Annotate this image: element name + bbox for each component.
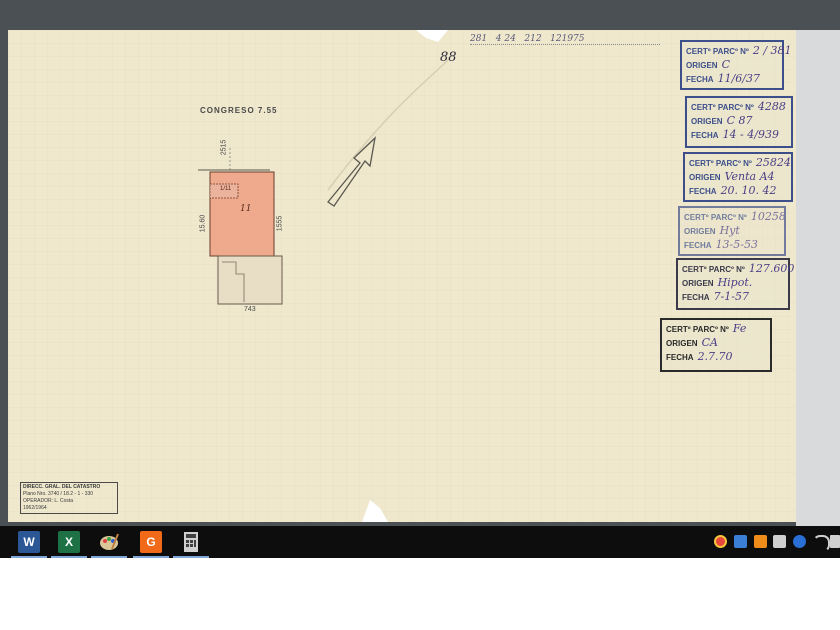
calculator-glyph [184, 532, 198, 552]
stamp-fecha-value: 13-5-53 [715, 238, 758, 251]
stamp-cert-row: CERTº PARCº Nº 10258 [684, 210, 786, 224]
stamp-cert-row: CERTº PARCº Nº 127.600 [682, 262, 794, 276]
acrobat-active-indicator [133, 556, 169, 558]
stamp-fecha-value: 14 - 4/939 [722, 128, 779, 141]
stamp-cert-value: 10258 [750, 210, 786, 223]
network-app-icon[interactable] [734, 535, 747, 548]
stamp-origen-row: ORIGEN C [686, 58, 778, 72]
dimension-left: 15.60 [199, 214, 207, 233]
stamp-origen-value: Hyt [719, 224, 740, 237]
certificate-stamp-3: CERTº PARCº Nº 25824 ORIGEN Venta A4 FECHA… [683, 152, 793, 202]
wifi-icon[interactable] [813, 535, 830, 552]
stamp-fecha-value: 7-1-57 [713, 290, 749, 303]
stamp-fecha-row: FECHA 7-1-57 [682, 290, 784, 304]
dimension-bottom: 743 [244, 306, 256, 313]
stamp-fecha-label: FECHA [686, 75, 714, 84]
stamp-fecha-label: FECHA [691, 131, 719, 140]
stamp-origen-value: C [721, 58, 730, 71]
stamp-fecha-label: FECHA [666, 353, 694, 362]
stamp-origen-label: ORIGEN [682, 279, 714, 288]
palette-icon [100, 533, 119, 550]
certificate-stamp-5: CERTº PARCº Nº 127.600 ORIGEN Hipot. FECHA… [676, 258, 794, 310]
stamp-fecha-value: 11/6/37 [717, 72, 760, 85]
stamp-origen-row: ORIGEN Hyt [684, 224, 780, 238]
parcel-label: 11 [240, 204, 252, 214]
stamp-cert-row: CERTº PARCº Nº 2 / 381 [686, 44, 792, 58]
stamp-cert-label: CERTº PARCº Nº [689, 159, 752, 168]
stamp-fecha-row: FECHA 13-5-53 [684, 238, 780, 252]
stamp-cert-label: CERTº PARCº Nº [691, 103, 754, 112]
chrome-icon[interactable] [714, 535, 727, 548]
stamp-origen-value: Hipot. [717, 276, 753, 289]
stamp-origen-label: ORIGEN [691, 117, 723, 126]
stamp-origen-value: CA [701, 336, 718, 349]
stamp-origen-row: ORIGEN Hipot. [682, 276, 784, 290]
excel-icon[interactable]: X [58, 531, 80, 553]
paint-icon[interactable] [98, 531, 120, 553]
tool-icon[interactable] [754, 535, 767, 548]
footer-line-1: DIRECC. GRAL. DEL CATASTRO [23, 484, 101, 490]
street-label: CONGRESO 7.55 [200, 106, 278, 115]
stamp-fecha-label: FECHA [684, 241, 712, 250]
stamp-cert-label: CERTº PARCº Nº [684, 213, 747, 222]
excel-active-indicator [51, 556, 87, 558]
certificate-stamp-2: CERTº PARCº Nº 4288 ORIGEN C 87 FECHA 14 - … [685, 96, 793, 148]
footer-stamp: DIRECC. GRAL. DEL CATASTRO Plano Nro. 37… [20, 482, 118, 514]
certificate-stamp-4: CERTº PARCº Nº 10258 ORIGEN Hyt FECHA 13-5-… [678, 206, 786, 256]
paint-active-indicator [91, 556, 127, 558]
acrobat-icon[interactable]: G [140, 531, 162, 553]
stamp-origen-label: ORIGEN [686, 61, 718, 70]
cadastral-document: 281 4 24 212 121975 88 CONGRESO 7.55 251… [8, 30, 796, 522]
taskbar: W X G [0, 526, 840, 558]
stamp-cert-value: 2 / 381 [752, 44, 792, 57]
bluetooth-icon[interactable] [793, 535, 806, 548]
stamp-cert-row: CERTº PARCº Nº Fe [666, 322, 766, 336]
stamp-cert-row: CERTº PARCº Nº 25824 [689, 156, 791, 170]
stamp-origen-row: ORIGEN C 87 [691, 114, 787, 128]
page-number: 88 [440, 50, 457, 65]
small-parcel-label: 1/11 [220, 186, 232, 192]
footer-line-2: Plano Nro. 3740 / 18.2 - 1 - 330 [23, 491, 94, 497]
stamp-cert-label: CERTº PARCº Nº [682, 265, 745, 274]
calculator-icon[interactable] [180, 531, 202, 553]
stamp-cert-value: 127.600 [748, 262, 795, 275]
certificate-stamp-1: CERTº PARCº Nº 2 / 381 ORIGEN C FECHA 11/6/… [680, 40, 792, 90]
stamp-cert-row: CERTº PARCº Nº 4288 [691, 100, 787, 114]
stamp-cert-value: 25824 [755, 156, 791, 169]
stamp-fecha-row: FECHA 20. 10. 42 [689, 184, 787, 198]
calculator-active-indicator [173, 556, 209, 558]
stamp-cert-value: Fe [732, 322, 747, 335]
stamp-fecha-row: FECHA 2.7.70 [666, 350, 766, 364]
stamp-fecha-value: 2.7.70 [697, 350, 733, 363]
stamp-fecha-row: FECHA 11/6/37 [686, 72, 778, 86]
stamp-fecha-row: FECHA 14 - 4/939 [691, 128, 787, 142]
word-active-indicator [11, 556, 47, 558]
stamp-cert-label: CERTº PARCº Nº [686, 47, 749, 56]
dimension-right: 1555 [276, 215, 284, 232]
certificate-stamp-6: CERTº PARCº Nº Fe ORIGEN CA FECHA 2.7.70 [660, 318, 772, 372]
stamp-origen-row: ORIGEN Venta A4 [689, 170, 787, 184]
stamp-fecha-label: FECHA [689, 187, 717, 196]
stamp-cert-value: 4288 [757, 100, 786, 113]
stamp-fecha-value: 20. 10. 42 [720, 184, 777, 197]
volume-icon[interactable] [830, 535, 840, 548]
stamp-fecha-label: FECHA [682, 293, 710, 302]
sync-icon[interactable] [773, 535, 786, 548]
dimension-front: 2515 [220, 139, 228, 156]
stamp-origen-value: Venta A4 [724, 170, 775, 183]
stamp-origen-label: ORIGEN [689, 173, 721, 182]
header-handwriting: 281 4 24 212 121975 [470, 34, 660, 45]
stamp-origen-label: ORIGEN [666, 339, 698, 348]
footer-line-3: OPERADOR: L. Costa [23, 498, 74, 504]
word-icon[interactable]: W [18, 531, 40, 553]
stamp-cert-label: CERTº PARCº Nº [666, 325, 729, 334]
stamp-origen-value: C 87 [726, 114, 753, 127]
viewer-margin [796, 30, 840, 526]
stamp-origen-row: ORIGEN CA [666, 336, 766, 350]
stamp-origen-label: ORIGEN [684, 227, 716, 236]
parcel-rear [217, 255, 283, 305]
footer-line-4: 1962/1964 [23, 505, 47, 511]
